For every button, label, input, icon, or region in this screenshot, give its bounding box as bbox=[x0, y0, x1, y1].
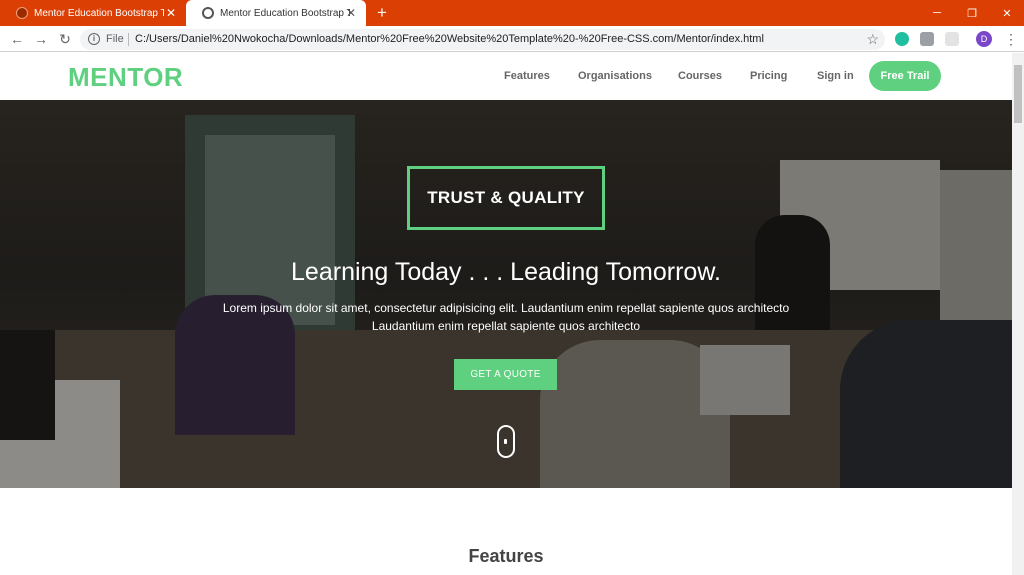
tab-close-icon[interactable]: ✕ bbox=[344, 6, 358, 20]
reload-icon[interactable]: ↻ bbox=[56, 30, 74, 48]
scheme-label: File bbox=[106, 33, 124, 45]
scroll-mouse-icon[interactable] bbox=[497, 425, 515, 458]
info-icon[interactable]: i bbox=[88, 33, 100, 45]
avatar[interactable]: D bbox=[976, 31, 992, 47]
get-a-quote-button[interactable]: GET A QUOTE bbox=[454, 359, 557, 390]
page-scrollbar[interactable] bbox=[1012, 53, 1024, 575]
pdf-extension-icon[interactable] bbox=[920, 32, 934, 46]
trust-badge-text: TRUST & QUALITY bbox=[427, 188, 585, 207]
minimize-icon[interactable]: ─ bbox=[920, 0, 954, 26]
browser-tab-1[interactable]: Mentor Education Bootstrap The ✕ bbox=[0, 0, 186, 26]
scrollbar-thumb[interactable] bbox=[1014, 65, 1022, 123]
hero-description: Lorem ipsum dolor sit amet, consectetur … bbox=[206, 299, 806, 335]
tab-title: Mentor Education Bootstrap The bbox=[220, 7, 350, 19]
maximize-icon[interactable]: ❐ bbox=[955, 0, 989, 26]
close-window-icon[interactable]: ✕ bbox=[990, 0, 1024, 26]
tab-close-icon[interactable]: ✕ bbox=[164, 6, 178, 20]
browser-tab-2[interactable]: Mentor Education Bootstrap The ✕ bbox=[186, 0, 366, 26]
divider bbox=[128, 33, 129, 46]
nav-link-pricing[interactable]: Pricing bbox=[750, 70, 787, 82]
nav-link-courses[interactable]: Courses bbox=[678, 70, 722, 82]
extension-icon[interactable] bbox=[945, 32, 959, 46]
nav-link-features[interactable]: Features bbox=[504, 70, 550, 82]
address-bar[interactable]: i File C:/Users/Daniel%20Nwokocha/Downlo… bbox=[80, 29, 885, 50]
hero-description-line-1: Lorem ipsum dolor sit amet, consectetur … bbox=[222, 301, 790, 315]
nav-link-sign-in[interactable]: Sign in bbox=[817, 70, 854, 82]
bookmark-star-icon[interactable]: ☆ bbox=[866, 31, 879, 48]
new-tab-button[interactable]: + bbox=[373, 4, 391, 21]
favicon-icon bbox=[16, 7, 28, 19]
nav-link-organisations[interactable]: Organisations bbox=[578, 70, 652, 82]
browser-tabstrip: Mentor Education Bootstrap The ✕ Mentor … bbox=[0, 0, 1024, 26]
back-icon[interactable]: ← bbox=[8, 30, 26, 48]
browser-toolbar: ← → ↻ i File C:/Users/Daniel%20Nwokocha/… bbox=[0, 26, 1024, 52]
tab-title: Mentor Education Bootstrap The bbox=[34, 7, 164, 19]
site-logo[interactable]: MENTOR bbox=[68, 62, 183, 93]
globe-icon bbox=[202, 7, 214, 19]
free-trial-button[interactable]: Free Trail bbox=[869, 61, 941, 91]
hero-description-line-2: Laudantium enim repellat sapiente quos a… bbox=[371, 319, 641, 333]
url-text[interactable]: C:/Users/Daniel%20Nwokocha/Downloads/Men… bbox=[135, 33, 764, 45]
trust-badge: TRUST & QUALITY bbox=[407, 166, 605, 230]
grammarly-extension-icon[interactable] bbox=[895, 32, 909, 46]
hero-section: TRUST & QUALITY Learning Today . . . Lea… bbox=[0, 100, 1012, 488]
hero-title: Learning Today . . . Leading Tomorrow. bbox=[291, 258, 721, 286]
features-heading: Features bbox=[468, 546, 544, 566]
page-viewport: MENTOR Features Organisations Courses Pr… bbox=[0, 53, 1012, 575]
site-header: MENTOR Features Organisations Courses Pr… bbox=[0, 53, 1012, 100]
browser-menu-icon[interactable]: ⋮ bbox=[1004, 30, 1018, 48]
forward-icon[interactable]: → bbox=[32, 30, 50, 48]
